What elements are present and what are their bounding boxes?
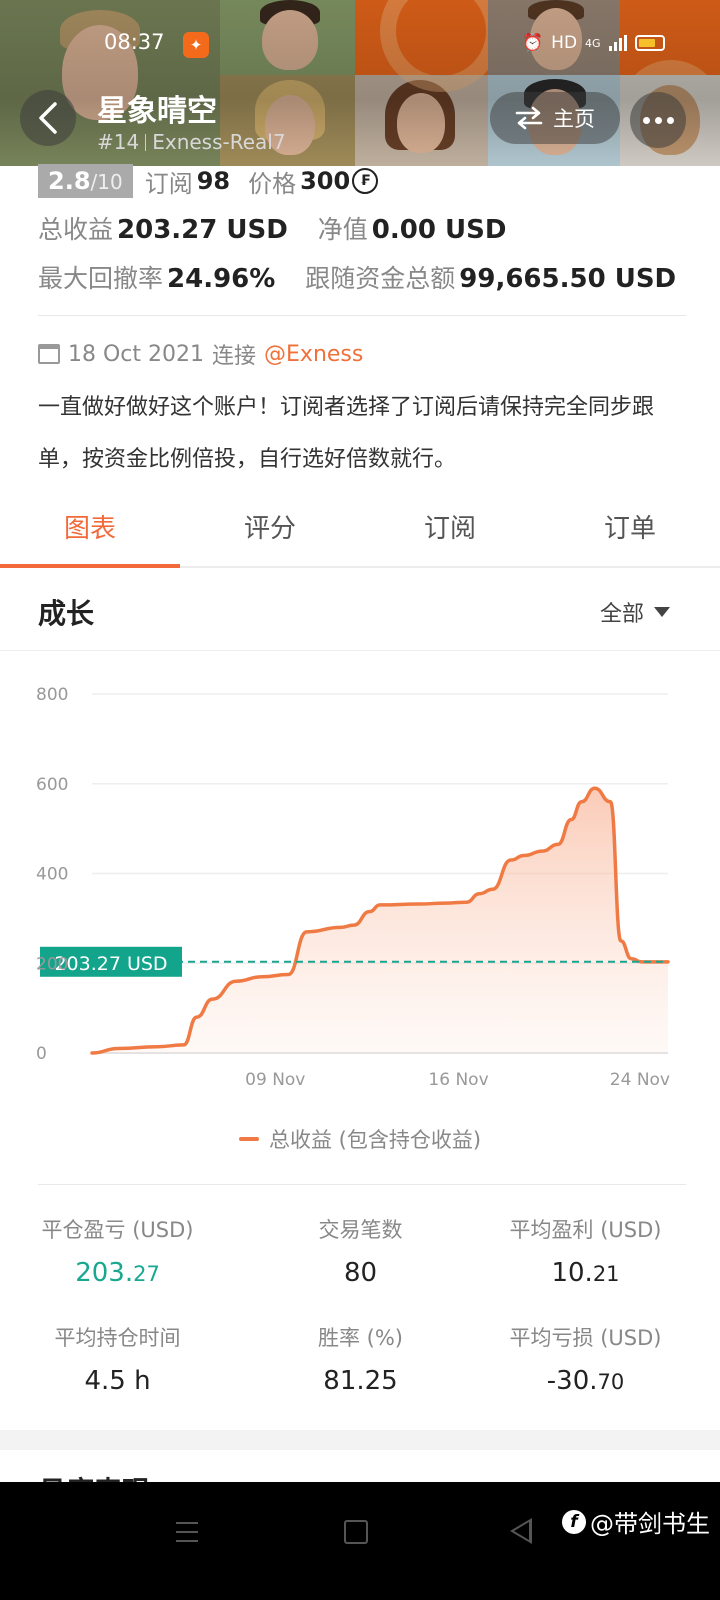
x-tick-label: 16 Nov bbox=[428, 1070, 488, 1090]
metric-value: -30.70 bbox=[546, 1366, 625, 1396]
subscriptions-label: 订阅 bbox=[144, 169, 193, 198]
watermark-text: @带剑书生 bbox=[590, 1510, 710, 1538]
y-tick-label: 200 bbox=[36, 954, 68, 974]
watermark: f @带剑书生 bbox=[562, 1504, 710, 1539]
home-icon[interactable] bbox=[344, 1520, 368, 1544]
metric-label: 平均亏损 (USD) bbox=[509, 1326, 662, 1350]
metric-closed-pnl: 平仓盈亏 (USD) 203.27 bbox=[0, 1214, 235, 1288]
watermark-logo-icon: f bbox=[562, 1509, 586, 1534]
rating-row: 2.8/10 订阅 98 价格 300 ₣ bbox=[38, 164, 379, 198]
range-filter-dropdown[interactable]: 全部 bbox=[600, 596, 670, 628]
more-button[interactable] bbox=[630, 92, 686, 148]
battery-icon bbox=[634, 35, 665, 51]
y-tick-label: 600 bbox=[36, 775, 68, 795]
menu-icon[interactable] bbox=[176, 1522, 198, 1542]
range-filter-label: 全部 bbox=[599, 602, 644, 627]
status-indicators: ⏰ HD 4G bbox=[522, 33, 665, 53]
connection-info: 18 Oct 2021 连接 @Exness bbox=[38, 338, 363, 370]
price-value: 300 bbox=[300, 167, 351, 195]
metric-avg-hold-time: 平均持仓时间 4.5 h bbox=[0, 1322, 235, 1396]
tab-orders[interactable]: 订单 bbox=[540, 500, 720, 566]
tab-bar: 图表 评分 订阅 订单 bbox=[0, 500, 720, 568]
max-drawdown-value: 24.96% bbox=[167, 264, 276, 294]
metric-label: 交易笔数 bbox=[318, 1218, 403, 1242]
equity-label: 净值 bbox=[317, 215, 368, 244]
metric-label: 平均盈利 (USD) bbox=[509, 1218, 662, 1242]
home-button[interactable]: 主页 bbox=[490, 92, 620, 144]
metric-label: 平仓盈亏 (USD) bbox=[41, 1218, 194, 1242]
caret-down-icon bbox=[654, 607, 670, 617]
price-label: 价格 bbox=[248, 169, 297, 198]
tab-subscribe[interactable]: 订阅 bbox=[360, 500, 540, 566]
back-icon[interactable] bbox=[510, 1518, 532, 1544]
growth-chart: 203.27 USD 800 600 400 200 0 09 Nov 16 Nov 24 N… bbox=[36, 685, 670, 1090]
section-separator bbox=[0, 1430, 720, 1450]
equity-value: 0.00 USD bbox=[371, 215, 507, 245]
legend-label: 总收益 (包含持仓收益) bbox=[268, 1128, 482, 1152]
hd-indicator: HD bbox=[551, 33, 578, 53]
follow-funds-value: 99,665.50 USD bbox=[459, 264, 677, 294]
metric-label: 胜率 (%) bbox=[317, 1326, 403, 1350]
tab-chart[interactable]: 图表 bbox=[0, 500, 180, 568]
chart-legend: 总收益 (包含持仓收益) bbox=[0, 1124, 720, 1154]
metric-value: 81.25 bbox=[323, 1366, 398, 1396]
metric-value: 4.5 h bbox=[84, 1366, 151, 1396]
connected-label: 连接 bbox=[212, 344, 257, 369]
metric-avg-profit: 平均盈利 (USD) 10.21 bbox=[488, 1214, 683, 1288]
x-tick-label: 09 Nov bbox=[245, 1070, 305, 1090]
metric-value: 203.27 bbox=[75, 1258, 160, 1288]
max-drawdown-label: 最大回撤率 bbox=[38, 264, 164, 293]
drawdown-row: 最大回撤率 24.96% 跟随资金总额 99,665.50 USD bbox=[38, 259, 676, 295]
metric-label: 平均持仓时间 bbox=[54, 1326, 181, 1350]
rating-badge: 2.8/10 bbox=[38, 164, 133, 198]
network-indicator: 4G bbox=[585, 36, 601, 50]
account-subtitle: #14 Exness-Real7 bbox=[97, 130, 286, 154]
metric-win-rate: 胜率 (%) 81.25 bbox=[253, 1322, 468, 1396]
profit-row: 总收益 203.27 USD 净值 0.00 USD bbox=[38, 210, 506, 246]
account-name: Exness-Real7 bbox=[152, 130, 286, 154]
y-tick-label: 400 bbox=[36, 865, 68, 885]
more-icon bbox=[642, 116, 650, 124]
home-button-label: 主页 bbox=[553, 107, 595, 131]
metric-value: 80 bbox=[343, 1258, 378, 1288]
swap-icon bbox=[515, 106, 543, 130]
page-title: 星象晴空 bbox=[97, 94, 217, 129]
reference-label: 203.27 USD bbox=[54, 953, 167, 975]
legend-swatch bbox=[238, 1137, 259, 1141]
total-profit-value: 203.27 USD bbox=[117, 215, 288, 245]
account-description: 一直做好做好这个账户！订阅者选择了订阅后请保持完全同步跟单，按资金比例倍投，自行… bbox=[38, 395, 655, 472]
alarm-icon: ⏰ bbox=[522, 33, 544, 53]
broker-link[interactable]: @Exness bbox=[264, 342, 363, 367]
section-title: 成长 bbox=[38, 597, 95, 630]
metric-avg-loss: 平均亏损 (USD) -30.70 bbox=[488, 1322, 683, 1396]
tab-rating[interactable]: 评分 bbox=[180, 500, 360, 566]
signal-icon bbox=[608, 35, 627, 51]
subscriptions-count: 98 bbox=[196, 167, 231, 195]
system-nav-bar: f @带剑书生 bbox=[0, 1482, 720, 1600]
divider bbox=[38, 1184, 686, 1185]
series-area-fill bbox=[92, 788, 668, 1053]
back-button[interactable] bbox=[20, 90, 76, 146]
follow-funds-label: 跟随资金总额 bbox=[305, 264, 456, 293]
y-tick-label: 800 bbox=[36, 685, 68, 705]
chevron-left-icon bbox=[39, 102, 57, 134]
connected-date: 18 Oct 2021 bbox=[68, 341, 205, 367]
metric-trade-count: 交易笔数 80 bbox=[253, 1214, 468, 1288]
divider bbox=[38, 315, 686, 316]
x-tick-label: 24 Nov bbox=[610, 1070, 670, 1090]
total-profit-label: 总收益 bbox=[38, 215, 114, 244]
coin-icon: ₣ bbox=[352, 168, 379, 194]
status-time: 08:37 bbox=[104, 30, 165, 54]
app-notification-icon: ✦ bbox=[183, 32, 209, 58]
rank-label: #14 bbox=[97, 130, 140, 154]
calendar-icon bbox=[38, 344, 60, 364]
growth-section-header: 成长 全部 bbox=[0, 568, 720, 651]
metric-value: 10.21 bbox=[551, 1258, 620, 1288]
y-tick-label: 0 bbox=[36, 1044, 47, 1064]
profile-header: 08:37 ✦ ⏰ HD 4G 星象晴空 #14 Exness-Real7 主页 bbox=[0, 0, 720, 166]
